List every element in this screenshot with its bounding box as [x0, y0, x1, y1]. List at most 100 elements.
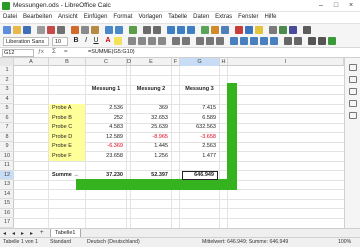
maximize-button[interactable]: □: [331, 1, 341, 10]
cell-probe-b-m1[interactable]: 252: [86, 114, 126, 124]
column-header-a[interactable]: A: [14, 58, 49, 66]
highlight-color-icon[interactable]: [114, 37, 122, 45]
menu-hilfe[interactable]: Hilfe: [265, 14, 277, 20]
paste-icon[interactable]: [91, 26, 99, 34]
autofilter-icon[interactable]: [187, 26, 195, 34]
header-footer-icon[interactable]: [269, 26, 277, 34]
row-header-12[interactable]: 12: [0, 170, 14, 180]
show-draw-icon[interactable]: [303, 26, 311, 34]
open-icon[interactable]: [13, 26, 21, 34]
sum-icon[interactable]: Σ: [52, 48, 56, 55]
row-header-14[interactable]: 14: [0, 190, 14, 199]
label-probe-d[interactable]: Probe D: [49, 132, 85, 142]
menu-bearbeiten[interactable]: Bearbeiten: [23, 14, 52, 20]
cell-probe-f-m3[interactable]: 1.477: [180, 152, 219, 162]
font-color-icon[interactable]: A: [104, 37, 112, 45]
styles-icon[interactable]: [349, 76, 357, 83]
close-button[interactable]: ×: [346, 1, 356, 10]
column-header-b[interactable]: B: [49, 58, 86, 66]
row-header-16[interactable]: 16: [0, 209, 14, 218]
language-status[interactable]: Deutsch (Deutschland): [87, 238, 140, 247]
menu-fenster[interactable]: Fenster: [238, 14, 258, 20]
underline-icon[interactable]: U: [92, 37, 100, 45]
row-icon[interactable]: [143, 26, 151, 34]
spreadsheet-grid[interactable]: Messung 1 Messung 2 Messung 3 Probe A 2.…: [14, 66, 344, 228]
percent-icon[interactable]: [240, 37, 248, 45]
sum-m2[interactable]: 52.397: [131, 171, 171, 181]
column-header-f[interactable]: F: [172, 58, 180, 66]
currency-icon[interactable]: [230, 37, 238, 45]
cell-probe-b-m3[interactable]: 6.589: [180, 114, 219, 124]
cell-probe-e-m3[interactable]: 2.563: [180, 142, 219, 152]
pivot-table-icon[interactable]: [221, 26, 229, 34]
new-icon[interactable]: [3, 26, 11, 34]
menu-vorlagen[interactable]: Vorlagen: [138, 14, 162, 20]
select-all-corner[interactable]: [0, 58, 14, 66]
cell-probe-a-m3[interactable]: 7.415: [180, 104, 219, 114]
functions-icon[interactable]: [349, 112, 357, 119]
cut-icon[interactable]: [71, 26, 79, 34]
row-header-1[interactable]: 1: [0, 66, 14, 76]
bold-icon[interactable]: B: [72, 37, 80, 45]
row-header-15[interactable]: 15: [0, 199, 14, 209]
align-top-icon[interactable]: [196, 37, 204, 45]
last-sheet-icon[interactable]: ▸: [30, 230, 33, 237]
row-header-11[interactable]: 11: [0, 161, 14, 171]
label-probe-a[interactable]: Probe A: [49, 104, 85, 114]
redo-icon[interactable]: [115, 26, 123, 34]
export-icon[interactable]: [37, 26, 45, 34]
gallery-icon[interactable]: [349, 88, 357, 95]
outdent-icon[interactable]: [294, 37, 302, 45]
column-icon[interactable]: [153, 26, 161, 34]
column-header-h[interactable]: H: [220, 58, 228, 66]
align-bottom-icon[interactable]: [216, 37, 224, 45]
sort-icon[interactable]: [167, 26, 175, 34]
label-probe-b[interactable]: Probe B: [49, 113, 85, 123]
row-header-6[interactable]: 6: [0, 114, 14, 123]
align-middle-icon[interactable]: [206, 37, 214, 45]
selection-summary[interactable]: Mittelwert: 646.949; Summe: 646.949: [202, 238, 288, 247]
image-icon[interactable]: [201, 26, 209, 34]
cell-probe-e-m2[interactable]: 1.445: [131, 142, 171, 152]
print-icon[interactable]: [57, 26, 65, 34]
italic-icon[interactable]: I: [82, 37, 90, 45]
row-header-10[interactable]: 10: [0, 152, 14, 161]
font-size-box[interactable]: 10: [52, 37, 68, 46]
column-header-i[interactable]: I: [228, 58, 344, 66]
cell-probe-d-m3[interactable]: -3.658: [180, 133, 219, 143]
column-header-c[interactable]: C: [86, 58, 127, 66]
menu-daten[interactable]: Daten: [193, 14, 209, 20]
sum-m3-selected-cell[interactable]: 646.949: [182, 170, 218, 180]
properties-icon[interactable]: [349, 64, 357, 71]
merge-cells-icon[interactable]: [182, 37, 190, 45]
chart-icon[interactable]: [211, 26, 219, 34]
cell-probe-a-m2[interactable]: 369: [131, 104, 171, 114]
row-header-8[interactable]: 8: [0, 133, 14, 142]
cell-probe-b-m2[interactable]: 32.653: [131, 114, 171, 124]
copy-icon[interactable]: [81, 26, 89, 34]
hyperlink-icon[interactable]: [245, 26, 253, 34]
menu-datei[interactable]: Datei: [3, 14, 17, 20]
label-probe-e[interactable]: Probe E: [49, 142, 85, 152]
next-sheet-icon[interactable]: ▸: [21, 230, 24, 237]
row-header-2[interactable]: 2: [0, 76, 14, 85]
comment-icon[interactable]: [255, 26, 263, 34]
header-messung-2[interactable]: Messung 2: [131, 85, 171, 95]
row-header-7[interactable]: 7: [0, 123, 14, 133]
column-header-e[interactable]: E: [131, 58, 172, 66]
menu-tabelle[interactable]: Tabelle: [168, 14, 187, 20]
split-window-icon[interactable]: [289, 26, 297, 34]
row-header-5[interactable]: 5: [0, 104, 14, 114]
row-header-9[interactable]: 9: [0, 142, 14, 152]
freeze-icon[interactable]: [279, 26, 287, 34]
formula-input[interactable]: =SUMME(G5:G10): [88, 49, 135, 55]
cell-probe-e-m1[interactable]: -6.369: [86, 142, 126, 152]
cell-probe-c-m1[interactable]: 4.583: [86, 123, 126, 133]
pdf-icon[interactable]: [47, 26, 55, 34]
cell-probe-f-m2[interactable]: 1.256: [131, 152, 171, 162]
sum-label[interactable]: Summe →: [49, 171, 85, 181]
justify-icon[interactable]: [158, 37, 166, 45]
indent-icon[interactable]: [284, 37, 292, 45]
cell-probe-d-m2[interactable]: -8.965: [131, 133, 171, 143]
wrap-text-icon[interactable]: [172, 37, 180, 45]
